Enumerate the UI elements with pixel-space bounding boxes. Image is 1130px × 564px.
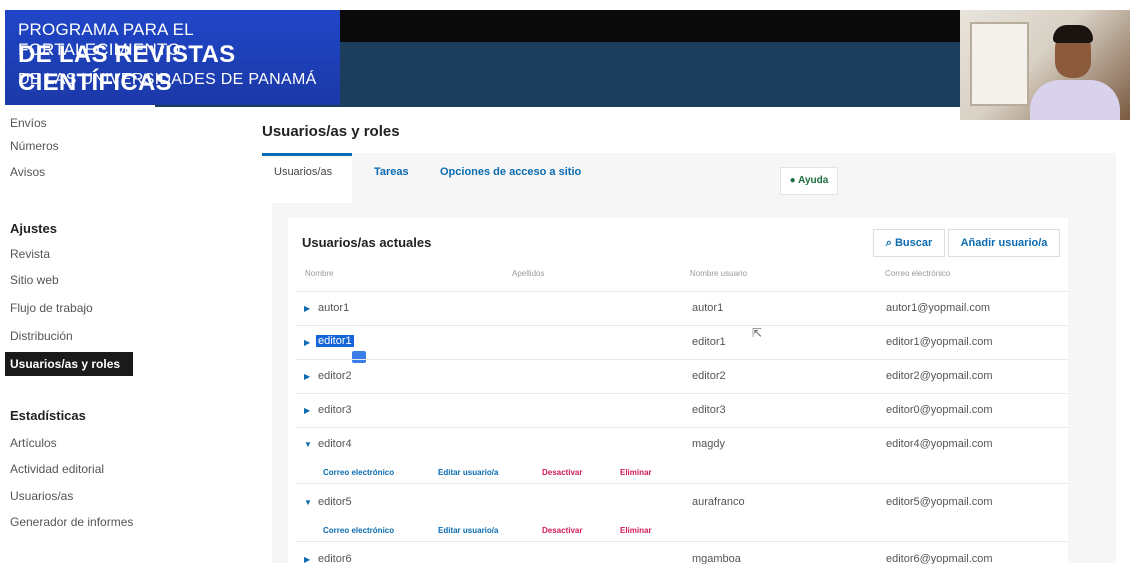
expand-arrow-icon[interactable]: ▶ [304, 406, 310, 415]
sidebar-heading-ajustes: Ajustes [10, 221, 57, 236]
sidebar-item-avisos[interactable]: Avisos [10, 165, 45, 179]
table-row-expanded[interactable]: ▼ editor4 magdy editor4@yopmail.com Corr… [296, 427, 1068, 484]
sidebar-item-distribucion[interactable]: Distribución [10, 329, 73, 343]
sidebar-item-sitio-web[interactable]: Sitio web [10, 273, 59, 287]
sidebar-item-revista[interactable]: Revista [10, 247, 50, 261]
table-row[interactable]: ▶ editor1 editor1 ⇱ editor1@yopmail.com [296, 325, 1068, 363]
expand-arrow-icon[interactable]: ▶ [304, 304, 310, 313]
tab-bar [262, 153, 1116, 203]
sidebar-item-generador-informes[interactable]: Generador de informes [10, 515, 133, 529]
search-label: Buscar [894, 237, 933, 249]
column-header-usuario[interactable]: Nombre usuario [690, 269, 747, 278]
column-header-correo[interactable]: Correo electrónico [885, 269, 950, 278]
banner-top-strip [340, 10, 960, 44]
row-email: editor1@yopmail.com [886, 336, 993, 348]
sidebar-item-usuarios-stats[interactable]: Usuarios/as [10, 489, 73, 503]
sidebar-item-usuarios-roles[interactable]: Usuarios/as y roles [5, 352, 133, 376]
sidebar-heading-estadisticas: Estadísticas [10, 408, 86, 423]
row-username: mgamboa [692, 553, 741, 564]
help-icon: ● [789, 175, 796, 186]
column-header-nombre[interactable]: Nombre [305, 269, 333, 278]
row-username: autor1 [692, 302, 724, 314]
row-username: magdy [692, 438, 726, 450]
sidebar-item-envios[interactable]: Envíos [10, 116, 47, 130]
column-header-apellidos[interactable]: Apellidos [512, 269, 544, 278]
email-user-link[interactable]: Correo electrónico [323, 526, 394, 535]
row-username: editor1 [692, 336, 726, 348]
row-name: editor3 [318, 404, 352, 416]
row-email: autor1@yopmail.com [886, 302, 991, 314]
row-name: editor2 [318, 370, 352, 382]
table-row[interactable]: ▶ autor1 autor1 autor1@yopmail.com [296, 291, 1068, 326]
search-icon: ⌕ [885, 237, 892, 249]
table-row[interactable]: ▶ editor2 editor2 editor2@yopmail.com [296, 359, 1068, 394]
email-user-link[interactable]: Correo electrónico [323, 468, 394, 477]
table-row-expanded[interactable]: ▼ editor5 aurafranco editor5@yopmail.com… [296, 483, 1068, 542]
row-email: editor5@yopmail.com [886, 496, 993, 508]
webcam-person-hair [1053, 25, 1093, 43]
collapse-arrow-icon[interactable]: ▼ [304, 498, 312, 507]
sidebar-item-actividad-editorial[interactable]: Actividad editorial [10, 462, 104, 476]
collapse-arrow-icon[interactable]: ▼ [304, 440, 312, 449]
logo-line-3: DE LAS UNIVERSIDADES DE PANAMÁ [18, 71, 317, 88]
tab-opciones-acceso[interactable]: Opciones de acceso a sitio [440, 166, 581, 178]
webcam-overlay [960, 10, 1130, 120]
sidebar-item-flujo-trabajo[interactable]: Flujo de trabajo [10, 301, 93, 315]
delete-user-link[interactable]: Eliminar [620, 468, 652, 477]
disable-user-link[interactable]: Desactivar [542, 468, 582, 477]
row-name: editor4 [318, 438, 352, 450]
tab-usuarios[interactable]: Usuarios/as [274, 166, 332, 178]
site-logo[interactable]: PROGRAMA PARA EL FORTALECIMIENTO DE LAS … [5, 10, 340, 105]
row-email: editor6@yopmail.com [886, 553, 993, 564]
sidebar-item-articulos[interactable]: Artículos [10, 436, 57, 450]
expand-arrow-icon[interactable]: ▶ [304, 338, 310, 347]
table-row[interactable]: ▶ editor6 mgamboa editor6@yopmail.com [296, 541, 1068, 564]
mouse-pointer-icon: ⇱ [752, 326, 763, 340]
row-name: autor1 [318, 302, 350, 314]
row-email: editor4@yopmail.com [886, 438, 993, 450]
row-username: editor2 [692, 370, 726, 382]
disable-user-link[interactable]: Desactivar [542, 526, 582, 535]
tab-tareas[interactable]: Tareas [374, 166, 409, 178]
page-title: Usuarios/as y roles [262, 123, 400, 140]
help-label: Ayuda [798, 175, 829, 186]
row-email: editor2@yopmail.com [886, 370, 993, 382]
tab-active-indicator [262, 153, 352, 203]
webcam-background-window [970, 22, 1029, 106]
table-row[interactable]: ▶ editor3 editor3 editor0@yopmail.com [296, 393, 1068, 428]
grid-title: Usuarios/as actuales [302, 235, 432, 250]
help-button[interactable]: ● Ayuda [780, 167, 838, 195]
delete-user-link[interactable]: Eliminar [620, 526, 652, 535]
add-user-button[interactable]: Añadir usuario/a [948, 229, 1060, 257]
expand-arrow-icon[interactable]: ▶ [304, 372, 310, 381]
row-name: editor5 [318, 496, 352, 508]
sidebar-item-numeros[interactable]: Números [10, 139, 59, 153]
row-email: editor0@yopmail.com [886, 404, 993, 416]
row-name: editor6 [318, 553, 352, 564]
row-username: aurafranco [692, 496, 745, 508]
search-button[interactable]: ⌕ Buscar [873, 229, 945, 257]
sidebar-nav: Envíos Números Avisos Ajustes Revista Si… [0, 108, 240, 563]
row-name: editor1 [316, 335, 354, 347]
row-username: editor3 [692, 404, 726, 416]
edit-user-link[interactable]: Editar usuario/a [438, 468, 498, 477]
edit-user-link[interactable]: Editar usuario/a [438, 526, 498, 535]
